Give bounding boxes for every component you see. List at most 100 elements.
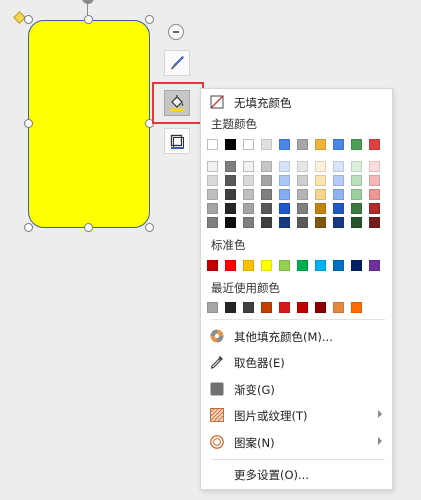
theme-shade-swatch[interactable] (315, 189, 326, 200)
resize-handle-bottom[interactable] (84, 223, 93, 232)
collapse-toolbar-button[interactable] (168, 24, 184, 40)
theme-shade-swatch[interactable] (243, 175, 254, 186)
theme-shade-swatch[interactable] (225, 175, 236, 186)
theme-shade-swatch[interactable] (279, 217, 290, 228)
resize-handle-top-left[interactable] (24, 15, 33, 24)
theme-shade-swatch[interactable] (297, 175, 308, 186)
resize-handle-bottom-left[interactable] (24, 223, 33, 232)
standard-color-swatch[interactable] (225, 260, 236, 271)
theme-shade-swatch[interactable] (261, 203, 272, 214)
theme-shade-swatch[interactable] (207, 161, 218, 172)
rotation-handle[interactable] (82, 0, 94, 4)
theme-shade-swatch[interactable] (315, 203, 326, 214)
theme-shade-swatch[interactable] (369, 217, 380, 228)
theme-shade-swatch[interactable] (351, 189, 362, 200)
menu-item-pattern[interactable]: 图案(N) (201, 431, 392, 453)
shape-fill-button[interactable] (164, 90, 190, 116)
standard-color-swatch[interactable] (279, 260, 290, 271)
standard-color-swatch[interactable] (351, 260, 362, 271)
theme-shade-swatch[interactable] (243, 189, 254, 200)
menu-item-eyedropper[interactable]: 取色器(E) (201, 351, 392, 373)
standard-color-swatch[interactable] (261, 260, 272, 271)
theme-shade-swatch[interactable] (243, 161, 254, 172)
theme-shade-swatch[interactable] (369, 161, 380, 172)
theme-shade-swatch[interactable] (333, 189, 344, 200)
theme-shade-swatch[interactable] (279, 161, 290, 172)
recent-color-swatch[interactable] (333, 302, 344, 313)
recent-color-swatch[interactable] (315, 302, 326, 313)
theme-shade-swatch[interactable] (207, 217, 218, 228)
theme-color-swatch[interactable] (369, 139, 380, 150)
theme-shade-swatch[interactable] (279, 175, 290, 186)
theme-shade-swatch[interactable] (315, 175, 326, 186)
menu-item-no-fill[interactable]: 无填充颜色 (201, 91, 392, 113)
theme-shade-swatch[interactable] (243, 217, 254, 228)
recent-color-swatch[interactable] (297, 302, 308, 313)
theme-shade-swatch[interactable] (243, 203, 254, 214)
shape-style-button[interactable] (164, 50, 190, 76)
theme-shade-swatch[interactable] (297, 189, 308, 200)
resize-handle-top-right[interactable] (145, 15, 154, 24)
shape-outline-button[interactable] (164, 128, 190, 154)
theme-color-swatch[interactable] (261, 139, 272, 150)
theme-shade-swatch[interactable] (297, 217, 308, 228)
theme-shade-swatch[interactable] (207, 189, 218, 200)
theme-shade-swatch[interactable] (369, 203, 380, 214)
standard-color-swatch[interactable] (297, 260, 308, 271)
theme-color-swatch[interactable] (225, 139, 236, 150)
theme-shade-swatch[interactable] (297, 161, 308, 172)
theme-shade-swatch[interactable] (369, 175, 380, 186)
standard-color-swatch[interactable] (369, 260, 380, 271)
theme-shade-swatch[interactable] (333, 203, 344, 214)
recent-color-swatch[interactable] (279, 302, 290, 313)
resize-handle-left[interactable] (24, 119, 33, 128)
theme-shade-swatch[interactable] (333, 217, 344, 228)
recent-color-swatch[interactable] (243, 302, 254, 313)
theme-shade-swatch[interactable] (315, 161, 326, 172)
recent-color-swatch[interactable] (351, 302, 362, 313)
theme-shade-swatch[interactable] (333, 161, 344, 172)
theme-shade-swatch[interactable] (351, 217, 362, 228)
standard-color-swatch[interactable] (333, 260, 344, 271)
theme-shade-swatch[interactable] (261, 161, 272, 172)
theme-color-swatch[interactable] (243, 139, 254, 150)
theme-color-swatch[interactable] (315, 139, 326, 150)
menu-item-gradient[interactable]: 渐变(G) (201, 378, 392, 400)
theme-shade-swatch[interactable] (351, 203, 362, 214)
theme-shade-swatch[interactable] (351, 175, 362, 186)
theme-shade-swatch[interactable] (333, 175, 344, 186)
theme-shade-swatch[interactable] (261, 189, 272, 200)
theme-shade-swatch[interactable] (225, 161, 236, 172)
menu-item-more-fill-colors[interactable]: 其他填充颜色(M)... (201, 325, 392, 347)
standard-color-swatch[interactable] (243, 260, 254, 271)
theme-shade-swatch[interactable] (369, 189, 380, 200)
theme-shade-swatch[interactable] (261, 175, 272, 186)
theme-shade-swatch[interactable] (351, 161, 362, 172)
theme-shade-swatch[interactable] (279, 189, 290, 200)
theme-color-swatch[interactable] (207, 139, 218, 150)
standard-color-swatch[interactable] (207, 260, 218, 271)
theme-shade-swatch[interactable] (225, 203, 236, 214)
recent-color-swatch[interactable] (225, 302, 236, 313)
menu-item-picture-texture[interactable]: 图片或纹理(T) (201, 404, 392, 426)
resize-handle-top[interactable] (84, 15, 93, 24)
standard-color-swatch[interactable] (315, 260, 326, 271)
resize-handle-bottom-right[interactable] (145, 223, 154, 232)
theme-shade-swatch[interactable] (261, 217, 272, 228)
theme-shade-swatch[interactable] (297, 203, 308, 214)
menu-item-more-settings[interactable]: 更多设置(O)... (201, 463, 392, 485)
rotation-handle-stem (87, 3, 88, 15)
theme-color-swatch[interactable] (351, 139, 362, 150)
theme-shade-swatch[interactable] (279, 203, 290, 214)
recent-color-swatch[interactable] (261, 302, 272, 313)
theme-shade-swatch[interactable] (207, 203, 218, 214)
theme-shade-swatch[interactable] (207, 175, 218, 186)
theme-color-swatch[interactable] (297, 139, 308, 150)
theme-color-swatch[interactable] (333, 139, 344, 150)
theme-color-swatch[interactable] (279, 139, 290, 150)
theme-shade-swatch[interactable] (225, 189, 236, 200)
selected-shape-rounded-rectangle[interactable] (28, 20, 150, 228)
theme-shade-swatch[interactable] (225, 217, 236, 228)
recent-color-swatch[interactable] (207, 302, 218, 313)
theme-shade-swatch[interactable] (315, 217, 326, 228)
